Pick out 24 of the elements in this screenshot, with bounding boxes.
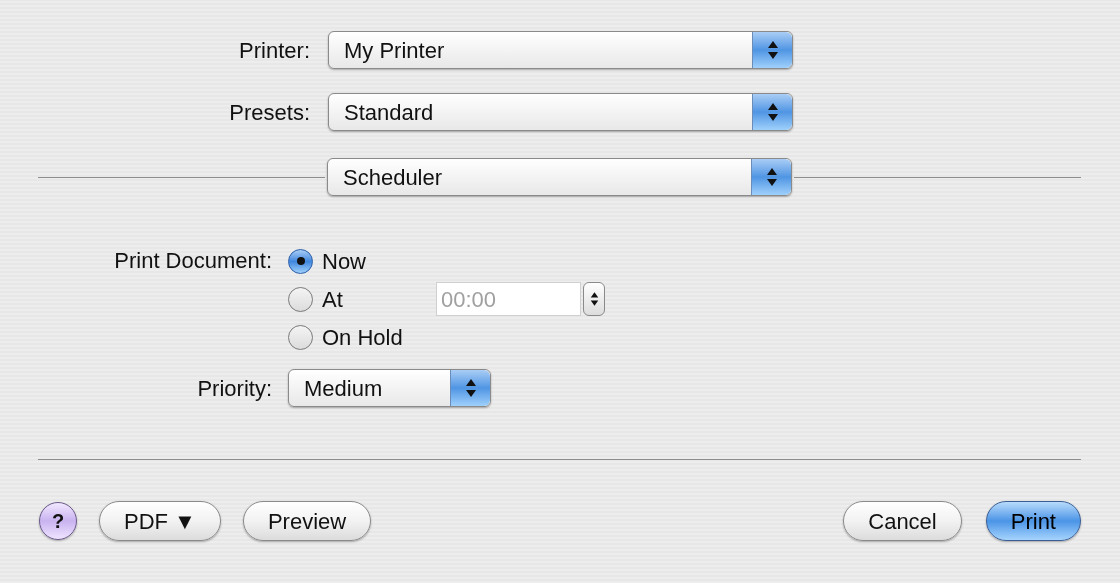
- up-down-arrows-icon: [765, 166, 778, 188]
- up-down-arrows-icon: [766, 101, 779, 123]
- cancel-button[interactable]: Cancel: [843, 501, 962, 541]
- popup-menu[interactable]: Scheduler: [327, 158, 792, 196]
- help-button[interactable]: ?: [39, 502, 77, 540]
- field-label: Print Document:: [113, 247, 272, 275]
- preview-button[interactable]: Preview: [242, 501, 372, 541]
- up-down-arrows-icon: [464, 377, 477, 399]
- pdf-menu-button[interactable]: PDF ▼: [99, 501, 221, 541]
- radio-label: On Hold: [322, 323, 403, 352]
- radio-button[interactable]: [288, 286, 313, 312]
- field-label: Priority:: [196, 374, 272, 403]
- stepper[interactable]: [583, 282, 605, 316]
- popup-menu[interactable]: My Printer: [328, 31, 793, 69]
- radio-label: Now: [322, 247, 366, 276]
- popup-menu[interactable]: Medium: [288, 369, 491, 407]
- popup-menu[interactable]: Standard: [328, 93, 793, 131]
- print-button[interactable]: Print: [985, 501, 1081, 541]
- field-label: Printer:: [238, 36, 310, 65]
- radio-button[interactable]: [288, 324, 313, 350]
- up-down-arrows-icon: [766, 39, 779, 61]
- radio-label: At: [322, 285, 344, 314]
- radio-button[interactable]: [288, 248, 313, 274]
- field-label: Presets:: [228, 98, 310, 127]
